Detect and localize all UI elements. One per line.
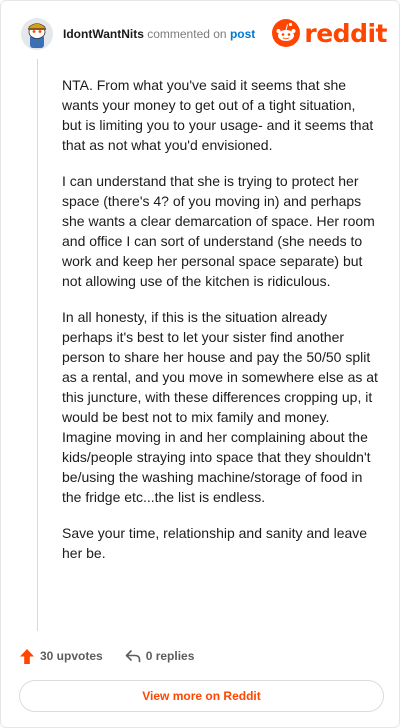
comment-header: IdontWantNits commented on post reddit bbox=[21, 17, 387, 51]
reply-button[interactable]: 0 replies bbox=[125, 649, 195, 663]
reddit-wordmark: reddit bbox=[304, 18, 387, 48]
reddit-logo[interactable]: reddit bbox=[272, 17, 387, 49]
reply-arrow-icon bbox=[125, 650, 141, 663]
comment-paragraph: NTA. From what you've said it seems that… bbox=[62, 77, 374, 153]
snoo-avatar-icon[interactable] bbox=[21, 18, 53, 50]
commented-on-text: commented on bbox=[147, 27, 227, 41]
post-link[interactable]: post bbox=[230, 27, 255, 41]
upvote-button[interactable]: 30 upvotes bbox=[19, 648, 103, 665]
comment-actions: 30 upvotes 0 replies bbox=[19, 646, 216, 666]
upvote-count: 30 upvotes bbox=[40, 649, 103, 663]
reddit-alien-icon bbox=[272, 19, 301, 47]
username-link[interactable]: IdontWantNits bbox=[63, 27, 144, 41]
comment-paragraph: I can understand that she is trying to p… bbox=[62, 173, 375, 289]
comment-meta: IdontWantNits commented on post bbox=[63, 27, 255, 41]
comment-paragraph: In all honesty, if this is the situation… bbox=[62, 309, 378, 505]
comment-body: NTA. From what you've said it seems that… bbox=[62, 75, 378, 579]
view-more-button[interactable]: View more on Reddit bbox=[19, 680, 384, 712]
comment-card: IdontWantNits commented on post reddit N… bbox=[0, 0, 400, 728]
thread-line bbox=[37, 59, 38, 631]
upvote-arrow-icon bbox=[20, 648, 34, 664]
comment-paragraph: Save your time, relationship and sanity … bbox=[62, 525, 368, 561]
reply-count: 0 replies bbox=[145, 649, 195, 663]
